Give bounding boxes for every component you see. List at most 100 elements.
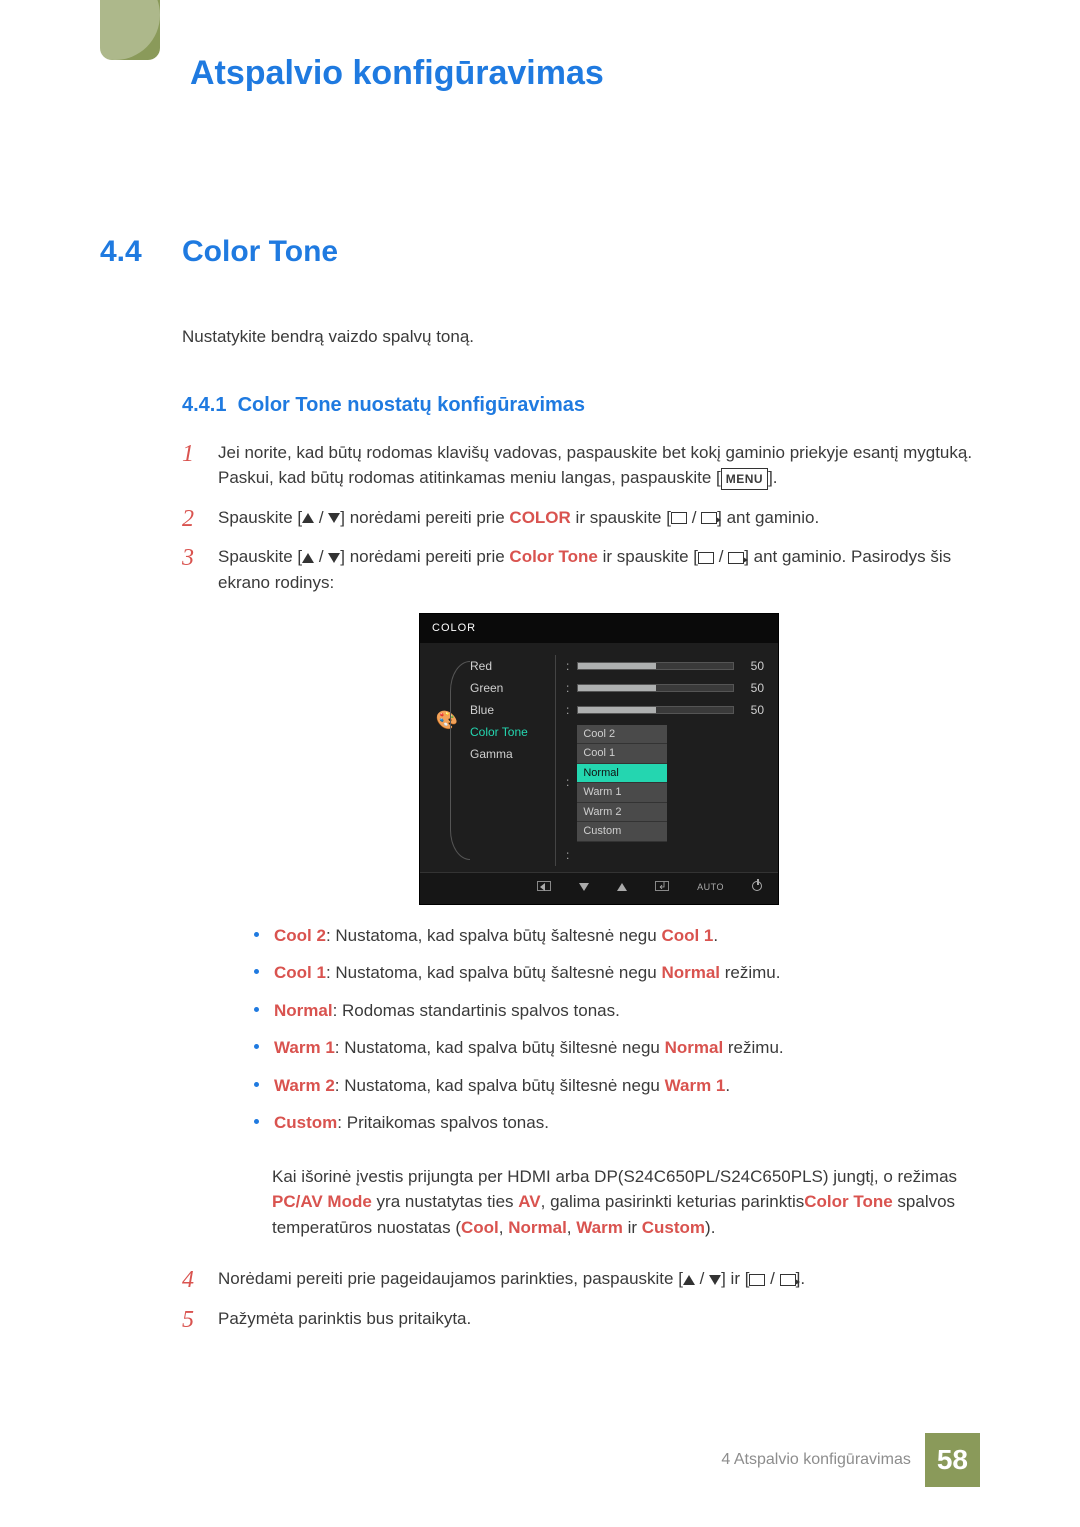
- tone-custom: Custom: Pritaikomas spalvos tonas.: [254, 1110, 980, 1136]
- enter-icon: [749, 1274, 765, 1286]
- n-a: Kai išorinė įvestis prijungta per HDMI a…: [272, 1167, 957, 1186]
- note-box: Kai išorinė įvestis prijungta per HDMI a…: [254, 1158, 980, 1247]
- menu-button-label: MENU: [721, 468, 768, 490]
- slider-red: [577, 662, 734, 670]
- r: Cool 1: [661, 926, 713, 945]
- n-c: , galima pasirinkti keturias parinktis: [541, 1192, 805, 1211]
- osd-power-icon: [752, 881, 762, 891]
- enter-source-icon: [701, 512, 717, 524]
- kw-warm2: Warm 2: [274, 1076, 335, 1095]
- osd-up-icon: [617, 883, 627, 891]
- chapter-title: Atspalvio konfigūravimas: [190, 30, 980, 99]
- tone-normal: Normal: Rodomas standartinis spalvos ton…: [254, 998, 980, 1024]
- step2-b: ] norėdami pereiti prie: [340, 508, 509, 527]
- e: .: [713, 926, 718, 945]
- up-icon: [683, 1275, 695, 1285]
- osd-item-green: Green: [470, 677, 551, 699]
- kw-cool: Cool: [461, 1218, 499, 1237]
- t: : Nustatoma, kad spalva būtų šiltesnė ne…: [335, 1076, 665, 1095]
- tone-cool1: Cool 1: Nustatoma, kad spalva būtų šalte…: [254, 960, 980, 986]
- step1-text-b: ].: [768, 468, 777, 487]
- step2-a: Spauskite [: [218, 508, 302, 527]
- t: : Nustatoma, kad spalva būtų šaltesnė ne…: [326, 926, 661, 945]
- up-icon: [302, 553, 314, 563]
- subsection-title: 4.4.1 Color Tone nuostatų konfigūravimas: [182, 390, 980, 420]
- osd-right-col: :50 :50 :50 : Cool 2 Cool 1 Normal Warm …: [566, 655, 764, 866]
- osd-item-blue: Blue: [470, 699, 551, 721]
- t: : Rodomas standartinis spalvos tonas.: [333, 1001, 620, 1020]
- step-1: Jei norite, kad būtų rodomas klavišų vad…: [182, 440, 980, 491]
- step-5: Pažymėta parinktis bus pritaikyta.: [182, 1306, 980, 1332]
- opt-custom: Custom: [577, 822, 667, 842]
- opt-normal: Normal: [577, 764, 667, 784]
- tone-cool2: Cool 2: Nustatoma, kad spalva būtų šalte…: [254, 923, 980, 949]
- step5-text: Pažymėta parinktis bus pritaikyta.: [218, 1309, 471, 1328]
- t: : Nustatoma, kad spalva būtų šiltesnė ne…: [335, 1038, 665, 1057]
- tone-warm2: Warm 2: Nustatoma, kad spalva būtų šilte…: [254, 1073, 980, 1099]
- kw-cool2: Cool 2: [274, 926, 326, 945]
- t: : Nustatoma, kad spalva būtų šaltesnė ne…: [326, 963, 661, 982]
- tone-list: Cool 2: Nustatoma, kad spalva būtų šalte…: [254, 923, 980, 1136]
- kw-warm1: Warm 1: [274, 1038, 335, 1057]
- enter-source-icon: [728, 552, 744, 564]
- section-title: Color Tone: [182, 229, 338, 274]
- slider-blue: [577, 706, 734, 714]
- kw-pcav: PC/AV Mode: [272, 1192, 372, 1211]
- val-blue: 50: [742, 701, 764, 719]
- slider-green: [577, 684, 734, 692]
- step2-c: ir spauskite [: [571, 508, 671, 527]
- enter-icon: [698, 552, 714, 564]
- osd-down-icon: [579, 883, 589, 891]
- n-b: yra nustatytas ties: [372, 1192, 518, 1211]
- subsection-number: 4.4.1: [182, 394, 226, 416]
- osd-menu: COLOR 🎨 Red Green Blue Color Tone Gamma: [419, 613, 779, 905]
- e: .: [725, 1076, 730, 1095]
- r: Warm 1: [665, 1076, 726, 1095]
- intro-text: Nustatykite bendrą vaizdo spalvų toną.: [182, 324, 980, 350]
- osd-header: COLOR: [420, 614, 778, 643]
- osd-footer: AUTO: [420, 872, 778, 904]
- step-2: Spauskite [ / ] norėdami pereiti prie CO…: [182, 505, 980, 531]
- step4-a: Norėdami pereiti prie pageidaujamos pari…: [218, 1269, 683, 1288]
- val-red: 50: [742, 657, 764, 675]
- kw-color: COLOR: [509, 508, 570, 527]
- kw-normal2: Normal: [508, 1218, 567, 1237]
- kw-warm: Warm: [576, 1218, 623, 1237]
- osd-auto: AUTO: [697, 881, 724, 895]
- opt-warm2: Warm 2: [577, 803, 667, 823]
- val-green: 50: [742, 679, 764, 697]
- opt-cool2: Cool 2: [577, 725, 667, 745]
- kw-normal: Normal: [274, 1001, 333, 1020]
- t: : Pritaikomas spalvos tonas.: [337, 1113, 549, 1132]
- down-icon: [328, 553, 340, 563]
- sep: ,: [567, 1218, 576, 1237]
- sep: ir: [623, 1218, 642, 1237]
- opt-warm1: Warm 1: [577, 783, 667, 803]
- step-4: Norėdami pereiti prie pageidaujamos pari…: [182, 1266, 980, 1292]
- opt-cool1: Cool 1: [577, 744, 667, 764]
- steps-list: Jei norite, kad būtų rodomas klavišų vad…: [182, 440, 980, 1332]
- kw-av: AV: [518, 1192, 540, 1211]
- subsection-name: Color Tone nuostatų konfigūravimas: [238, 394, 585, 416]
- osd-back-icon: [537, 881, 551, 891]
- osd-item-red: Red: [470, 655, 551, 677]
- page-footer: 4 Atspalvio konfigūravimas 58: [721, 1433, 980, 1487]
- osd-item-colortone: Color Tone: [470, 721, 551, 743]
- kw-custom2: Custom: [642, 1218, 705, 1237]
- step-3: Spauskite [ / ] norėdami pereiti prie Co…: [182, 544, 980, 1246]
- up-icon: [302, 513, 314, 523]
- chapter-tab: [100, 0, 160, 60]
- step3-c: ir spauskite [: [598, 547, 698, 566]
- section-number: 4.4: [100, 229, 154, 274]
- osd-left-col: Red Green Blue Color Tone Gamma: [470, 655, 556, 866]
- kw-color-tone: Color Tone: [509, 547, 597, 566]
- footer-page-number: 58: [925, 1433, 980, 1487]
- tone-warm1: Warm 1: Nustatoma, kad spalva būtų šilte…: [254, 1035, 980, 1061]
- osd-dropdown: Cool 2 Cool 1 Normal Warm 1 Warm 2 Custo…: [577, 725, 667, 842]
- footer-text: 4 Atspalvio konfigūravimas: [721, 1448, 910, 1472]
- kw-ct: Color Tone: [804, 1192, 892, 1211]
- down-icon: [709, 1275, 721, 1285]
- kw-custom: Custom: [274, 1113, 337, 1132]
- step1-text-a: Jei norite, kad būtų rodomas klavišų vad…: [218, 443, 972, 488]
- e: režimu.: [720, 963, 780, 982]
